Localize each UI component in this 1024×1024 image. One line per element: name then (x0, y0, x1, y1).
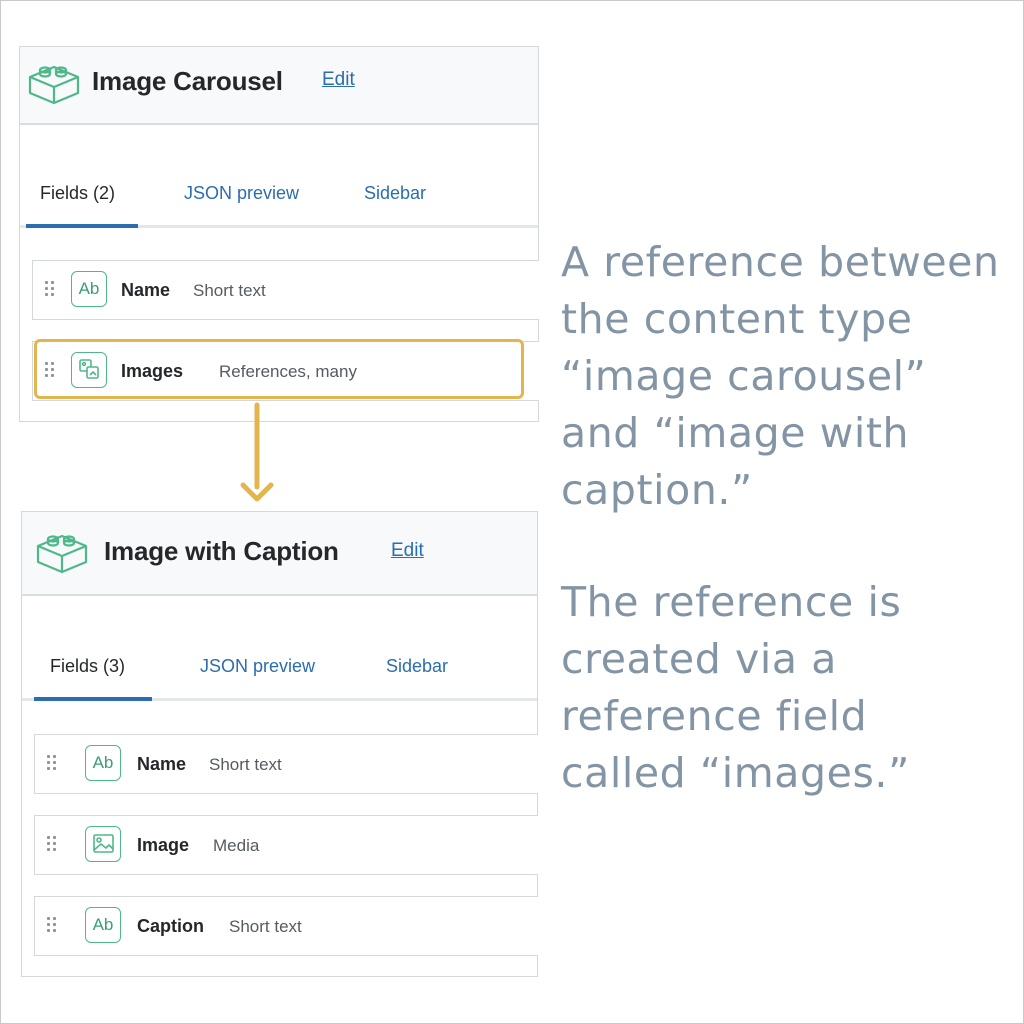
edit-link[interactable]: Edit (391, 540, 424, 562)
active-tab-indicator (34, 697, 152, 701)
highlight-box (34, 339, 524, 399)
annotation-line: and “image with (561, 409, 910, 457)
field-name: Caption (137, 916, 204, 936)
field-type: Short text (209, 755, 282, 774)
field-row-caption[interactable]: Ab Caption Short text (34, 896, 538, 956)
content-type-title: Image with Caption (104, 536, 339, 566)
tab-fields[interactable]: Fields (3) (50, 656, 125, 677)
field-row-name[interactable]: Ab Name Short text (32, 260, 539, 320)
field-row-image[interactable]: Image Media (34, 815, 538, 875)
media-field-icon (85, 826, 121, 862)
annotation-line: reference field (561, 692, 868, 740)
figure-frame: Image Carousel Edit Fields (2) JSON prev… (0, 0, 1024, 1024)
tab-sidebar[interactable]: Sidebar (364, 183, 426, 204)
drag-handle-icon[interactable] (47, 755, 59, 775)
text-field-icon: Ab (85, 907, 121, 943)
annotation-line: “image carousel” (561, 352, 927, 400)
annotation-line: called “images.” (561, 749, 910, 797)
field-name: Image (137, 835, 190, 855)
field-type: Media (213, 836, 260, 855)
annotation-line: A reference between (561, 238, 1000, 286)
tab-sidebar[interactable]: Sidebar (386, 656, 448, 677)
annotation-line: created via a (561, 635, 837, 683)
annotation-line: the content type (561, 295, 913, 343)
annotation-line: The reference is (561, 578, 902, 626)
edit-link[interactable]: Edit (322, 69, 355, 91)
active-tab-indicator (26, 224, 138, 228)
field-name: Name (137, 754, 187, 774)
panel-header: Image with Caption Edit (22, 512, 537, 596)
field-row-name[interactable]: Ab Name Short text (34, 734, 538, 794)
field-type: Short text (229, 917, 302, 936)
panel-tabs: Fields (2) JSON preview Sidebar (20, 127, 538, 229)
drag-handle-icon[interactable] (47, 836, 59, 856)
tab-json-preview[interactable]: JSON preview (184, 183, 299, 204)
drag-handle-icon[interactable] (45, 281, 57, 301)
panel-tabs: Fields (3) JSON preview Sidebar (22, 598, 537, 704)
annotation-line: caption.” (561, 466, 753, 514)
drag-handle-icon[interactable] (47, 917, 59, 937)
text-field-icon: Ab (85, 745, 121, 781)
content-type-panel-image-with-caption: Image with Caption Edit Fields (3) JSON … (21, 511, 538, 977)
content-type-title: Image Carousel (92, 66, 283, 96)
panel-header: Image Carousel Edit (20, 47, 538, 125)
annotation-paragraph-2: The reference is created via a reference… (561, 574, 1021, 802)
tab-json-preview[interactable]: JSON preview (200, 656, 315, 677)
annotation-paragraph-1: A reference between the content type “im… (561, 234, 1021, 519)
field-type: Short text (193, 281, 266, 300)
field-name: Name (121, 280, 171, 300)
text-field-icon: Ab (71, 271, 107, 307)
tab-fields[interactable]: Fields (2) (40, 183, 115, 204)
arrow-down-icon (240, 402, 274, 502)
content-model-icon (36, 534, 88, 574)
content-model-icon (28, 65, 80, 105)
